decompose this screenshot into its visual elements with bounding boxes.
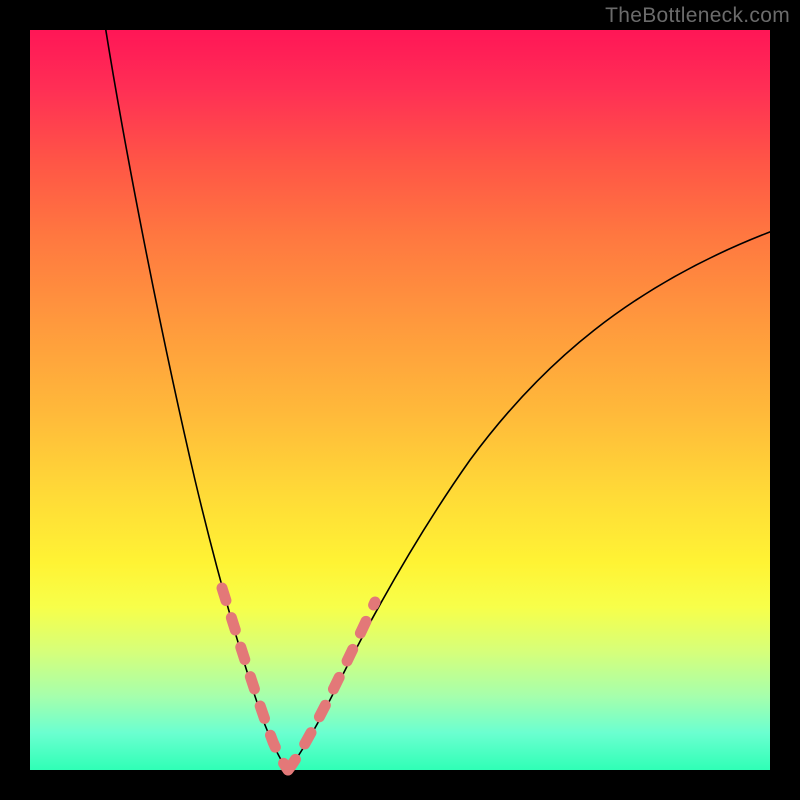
dotted-right <box>288 602 375 770</box>
curve-right-branch <box>288 230 775 770</box>
curve-layer <box>30 30 770 770</box>
plot-area <box>30 30 770 770</box>
chart-frame: TheBottleneck.com <box>0 0 800 800</box>
dotted-left <box>222 588 288 770</box>
curve-left-branch <box>105 25 288 770</box>
watermark-text: TheBottleneck.com <box>605 4 790 28</box>
